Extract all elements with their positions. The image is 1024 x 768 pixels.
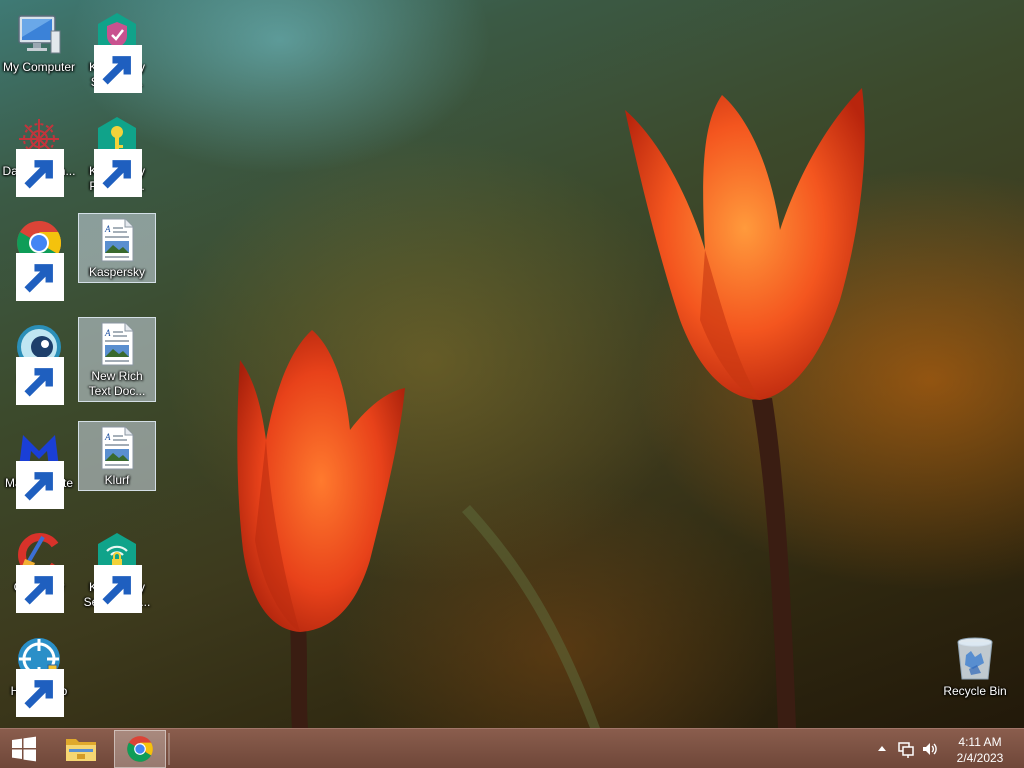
malwarebytes-icon[interactable]: Malwarebytes	[0, 424, 78, 509]
recycle-bin-icon[interactable]: Recycle Bin	[936, 632, 1014, 716]
taskbar: 4:11 AM 2/4/2023	[0, 728, 1024, 768]
start-button[interactable]	[0, 730, 48, 768]
shortcut-arrow-icon	[16, 669, 64, 717]
svg-text:A: A	[104, 432, 111, 442]
shortcut-arrow-icon	[16, 461, 64, 509]
speaker-icon	[923, 743, 937, 755]
chrome-taskbar-button[interactable]	[114, 730, 166, 768]
hitmanpro-icon[interactable]: HitmanPro	[0, 632, 78, 717]
datawagon-icon[interactable]: DataWagon...	[0, 112, 78, 197]
rich-text-document-icon: A	[101, 322, 134, 366]
desktop[interactable]: My Computer Kaspersky Security...	[0, 0, 1024, 728]
google-chrome-icon[interactable]: Google Chrome	[0, 216, 78, 301]
shortcut-arrow-icon	[16, 253, 64, 301]
shortcut-arrow-icon	[94, 565, 142, 613]
new-rich-text-document-icon[interactable]: A New Rich Text Doc...	[78, 317, 156, 402]
shortcut-arrow-icon	[16, 357, 64, 405]
chevron-up-icon	[878, 746, 886, 751]
icon-label: Klurf	[104, 473, 130, 487]
volume-icon[interactable]	[920, 737, 940, 761]
network-monitor-icon	[898, 742, 914, 758]
ccleaner-icon[interactable]: CCleaner	[0, 528, 78, 613]
shortcut-arrow-icon	[16, 565, 64, 613]
kaspersky-secure-connection-icon[interactable]: Kaspersky Secure Co...	[78, 528, 156, 613]
windows-logo-icon	[12, 736, 36, 762]
rich-text-document-icon: A	[101, 426, 134, 470]
kaspersky-password-manager-icon[interactable]: Kaspersky Passwor...	[78, 112, 156, 197]
clock-date: 2/4/2023	[956, 751, 1004, 765]
glaz-tv-icon[interactable]: Глаз.ТВ	[0, 320, 78, 405]
folder-icon	[66, 739, 96, 761]
computer-monitor-icon	[18, 15, 61, 54]
shortcut-arrow-icon	[16, 149, 64, 197]
svg-text:A: A	[104, 224, 111, 234]
rich-text-document-icon: A	[101, 218, 134, 262]
file-explorer-button[interactable]	[58, 730, 104, 768]
icon-label: New Rich Text Doc...	[88, 369, 146, 398]
klurf-document-icon[interactable]: A Klurf	[78, 421, 156, 491]
chrome-icon	[127, 736, 153, 762]
clock-time: 4:11 AM	[958, 735, 1002, 749]
show-hidden-icons-arrow[interactable]	[872, 737, 892, 761]
my-computer-icon[interactable]: My Computer	[0, 8, 78, 92]
network-icon[interactable]	[896, 737, 916, 761]
shortcut-arrow-icon	[94, 149, 142, 197]
system-clock[interactable]: 4:11 AM 2/4/2023	[944, 731, 1016, 767]
icon-label: My Computer	[2, 60, 76, 74]
taskbar-separator	[168, 733, 170, 765]
svg-text:A: A	[104, 328, 111, 338]
kaspersky-security-cloud-icon[interactable]: Kaspersky Security...	[78, 8, 156, 93]
icon-label: Kaspersky	[88, 265, 146, 279]
icon-label: Recycle Bin	[943, 684, 1007, 698]
kaspersky-document-icon[interactable]: A Kaspersky	[78, 213, 156, 283]
trash-bin-icon	[957, 637, 993, 680]
shortcut-arrow-icon	[94, 45, 142, 93]
